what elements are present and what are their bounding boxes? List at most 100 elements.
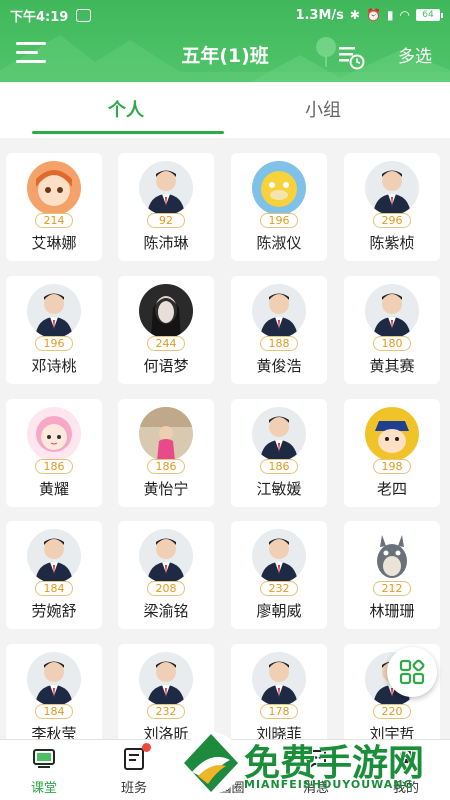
score-badge: 196 xyxy=(35,336,73,351)
student-name: 陈淑仪 xyxy=(256,234,302,252)
header-bar: 下午4:19 1.3M/s ✱ ⏰ ▮ ◠ 64 五年(1)班 多选 xyxy=(0,0,450,82)
student-card[interactable]: 232 廖朝威 xyxy=(231,521,327,629)
bluetooth-icon: ✱ xyxy=(349,8,360,22)
score-badge: 186 xyxy=(35,459,73,474)
tab-group[interactable]: 小组 xyxy=(305,96,341,122)
student-avatar xyxy=(252,161,306,215)
score-badge: 232 xyxy=(147,704,185,719)
student-avatar xyxy=(27,529,81,583)
score-badge: 198 xyxy=(373,459,411,474)
student-name: 黄耀 xyxy=(38,480,69,498)
score-badge: 208 xyxy=(147,581,185,596)
active-tab-indicator xyxy=(32,131,224,134)
student-name: 陈紫桢 xyxy=(369,234,415,252)
student-name: 艾琳娜 xyxy=(31,234,77,252)
score-badge: 212 xyxy=(373,581,411,596)
score-badge: 188 xyxy=(260,336,298,351)
student-name: 江敏媛 xyxy=(256,480,302,498)
student-avatar xyxy=(365,407,419,461)
app-notification-icon xyxy=(76,8,92,22)
multi-select-button[interactable]: 多选 xyxy=(398,42,432,67)
student-card[interactable]: 186 黄怡宁 xyxy=(118,399,214,507)
score-badge: 232 xyxy=(260,581,298,596)
wifi-icon: ◠ xyxy=(399,8,410,22)
student-avatar xyxy=(252,529,306,583)
student-card[interactable]: 184 劳婉舒 xyxy=(6,521,102,629)
student-name: 廖朝威 xyxy=(256,602,302,620)
student-name: 梁渝铭 xyxy=(143,602,189,620)
notification-dot xyxy=(142,743,151,752)
battery-level: 64 xyxy=(422,10,434,20)
list-clock-icon[interactable] xyxy=(337,42,365,70)
student-avatar xyxy=(252,284,306,338)
student-card[interactable]: 92 陈沛琳 xyxy=(118,153,214,261)
score-badge: 244 xyxy=(147,336,185,351)
student-card[interactable]: 244 何语梦 xyxy=(118,276,214,384)
score-badge: 180 xyxy=(373,336,411,351)
student-avatar xyxy=(27,652,81,706)
nav-label: 课堂 xyxy=(30,781,57,796)
student-card[interactable]: 188 黄俊浩 xyxy=(231,276,327,384)
student-card[interactable]: 186 黄耀 xyxy=(6,399,102,507)
score-badge: 186 xyxy=(147,459,185,474)
student-avatar xyxy=(27,407,81,461)
status-bar: 下午4:19 1.3M/s ✱ ⏰ ▮ ◠ 64 xyxy=(0,0,450,30)
student-name: 黄怡宁 xyxy=(143,480,189,498)
page-title: 五年(1)班 xyxy=(181,45,269,67)
score-badge: 196 xyxy=(260,213,298,228)
student-card[interactable]: 198 老四 xyxy=(344,399,440,507)
watermark-logo xyxy=(180,732,242,794)
grid-apps-icon xyxy=(399,659,425,685)
tab-personal[interactable]: 个人 xyxy=(108,96,144,122)
student-name: 老四 xyxy=(376,480,407,498)
alarm-icon: ⏰ xyxy=(365,8,381,22)
student-avatar xyxy=(252,407,306,461)
student-card[interactable]: 180 黄其赛 xyxy=(344,276,440,384)
student-name: 林珊珊 xyxy=(369,602,415,620)
classroom-icon xyxy=(33,749,55,768)
score-badge: 220 xyxy=(373,704,411,719)
battery-icon: 64 xyxy=(416,9,443,21)
student-card[interactable]: 212 林珊珊 xyxy=(344,521,440,629)
grid-toggle-button[interactable] xyxy=(387,647,437,697)
student-card[interactable]: 208 梁渝铭 xyxy=(118,521,214,629)
watermark: 免费手游网 MIANFEISHOUYOUWANG xyxy=(178,722,450,800)
student-card[interactable]: 186 江敏媛 xyxy=(231,399,327,507)
student-avatar xyxy=(27,284,81,338)
student-name: 黄其赛 xyxy=(369,357,415,375)
student-name: 陈沛琳 xyxy=(143,234,189,252)
score-badge: 184 xyxy=(35,581,73,596)
student-name: 邓诗桃 xyxy=(31,357,77,375)
nav-class-affairs[interactable]: 班务 xyxy=(99,740,169,800)
score-badge: 92 xyxy=(147,213,185,228)
nav-label: 班务 xyxy=(120,781,147,796)
score-badge: 178 xyxy=(260,704,298,719)
student-avatar xyxy=(365,284,419,338)
score-badge: 214 xyxy=(35,213,73,228)
student-name: 劳婉舒 xyxy=(31,602,77,620)
score-badge: 184 xyxy=(35,704,73,719)
student-name: 何语梦 xyxy=(143,357,189,375)
student-card[interactable]: 196 邓诗桃 xyxy=(6,276,102,384)
network-speed: 1.3M/s xyxy=(295,7,344,23)
score-badge: 296 xyxy=(373,213,411,228)
nav-classroom[interactable]: 课堂 xyxy=(9,740,79,800)
student-card[interactable]: 296 陈紫桢 xyxy=(344,153,440,261)
student-avatar xyxy=(139,652,193,706)
student-card[interactable]: 196 陈淑仪 xyxy=(231,153,327,261)
student-avatar xyxy=(139,529,193,583)
tab-bar: 个人 小组 xyxy=(0,82,450,138)
score-badge: 186 xyxy=(260,459,298,474)
student-avatar xyxy=(27,161,81,215)
watermark-subtext: MIANFEISHOUYOUWANG xyxy=(244,778,414,791)
student-avatar xyxy=(139,284,193,338)
student-avatar xyxy=(252,652,306,706)
student-avatar xyxy=(365,161,419,215)
student-avatar xyxy=(365,529,419,583)
student-card[interactable]: 214 艾琳娜 xyxy=(6,153,102,261)
student-card[interactable]: 184 李秋莹 xyxy=(6,644,102,752)
student-avatar xyxy=(139,161,193,215)
signal-icon: ▮ xyxy=(386,8,394,22)
status-time: 下午4:19 xyxy=(10,9,69,25)
student-avatar xyxy=(139,407,193,461)
